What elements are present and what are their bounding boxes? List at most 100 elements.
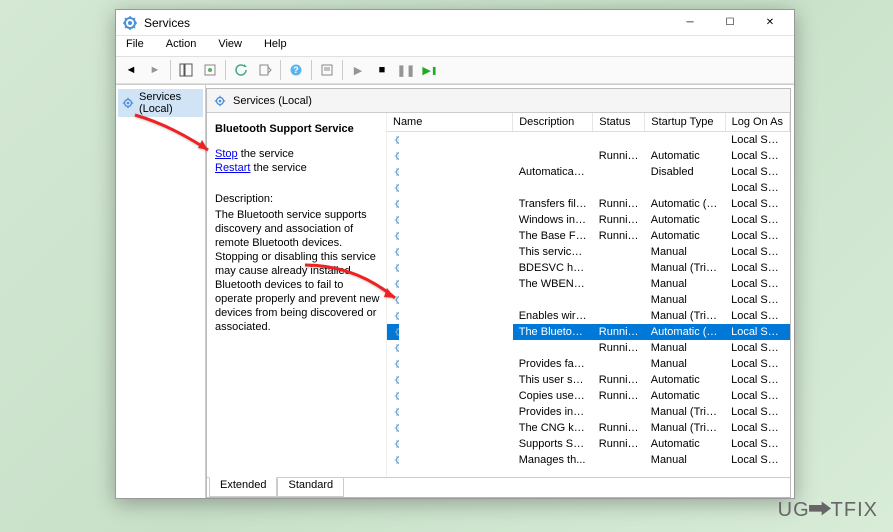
- table-row[interactable]: BlueStacks Log Rotator Servi...ManualLoc…: [387, 292, 790, 308]
- table-row[interactable]: Bluetooth Support ServiceThe Bluetoo...R…: [387, 324, 790, 340]
- menu-help[interactable]: Help: [260, 36, 291, 56]
- minimize-button[interactable]: ─: [670, 10, 710, 36]
- cell-name: Background Tasks Infrastruc...: [387, 212, 399, 228]
- cell-startup-type: Manual: [645, 452, 725, 468]
- table-row[interactable]: COM+ System ApplicationManages th...Manu…: [387, 452, 790, 468]
- cell-description: [513, 148, 593, 164]
- cell-name: Auto Time Zone Updater: [387, 164, 399, 180]
- cell-logon: Local System: [725, 244, 789, 260]
- cell-name: COM+ System Application: [387, 452, 399, 468]
- cell-name: Bluetooth Support Service: [387, 324, 399, 340]
- selected-service-name: Bluetooth Support Service: [215, 123, 380, 135]
- cell-name: Bluetooth Handsfree Service: [387, 308, 399, 324]
- stop-service-link[interactable]: Stop: [215, 148, 238, 160]
- table-row[interactable]: BitComet Disk Boost ServiceThis service …: [387, 244, 790, 260]
- col-startup-type[interactable]: Startup Type: [645, 113, 725, 132]
- properties-button[interactable]: [316, 59, 338, 81]
- separator: [311, 60, 312, 80]
- tree-item-services-local[interactable]: Services (Local): [118, 89, 203, 117]
- menu-file[interactable]: File: [122, 36, 148, 56]
- maximize-button[interactable]: ☐: [710, 10, 750, 36]
- cell-description: Supports Sy...: [513, 436, 593, 452]
- cell-startup-type: [645, 180, 725, 196]
- menu-view[interactable]: View: [214, 36, 246, 56]
- table-row[interactable]: BrYNSvcRunningManualLocal System: [387, 340, 790, 356]
- table-row[interactable]: Block Level Backup Engine S...The WBENGI…: [387, 276, 790, 292]
- cell-logon: Local System: [725, 404, 789, 420]
- col-name[interactable]: Name: [387, 113, 513, 132]
- forward-button[interactable]: ►: [144, 59, 166, 81]
- table-row[interactable]: Avast AntivirusLocal System: [387, 180, 790, 196]
- pause-service-button[interactable]: ❚❚: [395, 59, 417, 81]
- table-row[interactable]: Auto Time Zone UpdaterAutomaticall...Dis…: [387, 164, 790, 180]
- help-button[interactable]: ?: [285, 59, 307, 81]
- cell-startup-type: Automatic (Delayed St...: [645, 196, 725, 212]
- cell-startup-type: Automatic (Trigger Start): [645, 324, 725, 340]
- cell-logon: Local System: [725, 292, 789, 308]
- cell-name: CDPUserSvc_3fdcf: [387, 372, 399, 388]
- right-pane-title: Services (Local): [233, 95, 312, 107]
- show-hide-tree-button[interactable]: [175, 59, 197, 81]
- cell-startup-type: Manual (Trigger Start): [645, 420, 725, 436]
- svg-text:?: ?: [293, 65, 299, 75]
- cell-status: [593, 244, 645, 260]
- table-row[interactable]: CNG Key IsolationThe CNG ke...RunningMan…: [387, 420, 790, 436]
- cell-logon: Local Service: [725, 324, 789, 340]
- table-row[interactable]: Background Intelligent Tran...Transfers …: [387, 196, 790, 212]
- cell-description: Automaticall...: [513, 164, 593, 180]
- stop-service-button[interactable]: ■: [371, 59, 393, 81]
- services-list[interactable]: Name Description Status Startup Type Log…: [387, 113, 790, 477]
- export-button[interactable]: [199, 59, 221, 81]
- cell-name: BlueStacks Log Rotator Servi...: [387, 292, 399, 308]
- col-description[interactable]: Description: [513, 113, 593, 132]
- cell-startup-type: Automatic: [645, 372, 725, 388]
- menu-action[interactable]: Action: [162, 36, 201, 56]
- table-row[interactable]: aswbIDSAgentLocal System: [387, 132, 790, 149]
- tab-standard[interactable]: Standard: [277, 478, 344, 497]
- table-row[interactable]: Capability Access Manager S...Provides f…: [387, 356, 790, 372]
- cell-status: [593, 404, 645, 420]
- table-row[interactable]: ATKGFNEX ServiceRunningAutomaticLocal Sy…: [387, 148, 790, 164]
- cell-logon: Local System: [725, 148, 789, 164]
- table-row[interactable]: Background Tasks Infrastruc...Windows in…: [387, 212, 790, 228]
- table-row[interactable]: Client License Service (ClipSV...Provide…: [387, 404, 790, 420]
- cell-name: Base Filtering Engine: [387, 228, 399, 244]
- table-row[interactable]: Certificate PropagationCopies user ...Ru…: [387, 388, 790, 404]
- cell-logon: Local Service: [725, 164, 789, 180]
- cell-description: Transfers file...: [513, 196, 593, 212]
- refresh-button[interactable]: [230, 59, 252, 81]
- table-row[interactable]: BitLocker Drive Encryption S...BDESVC ho…: [387, 260, 790, 276]
- restart-service-link[interactable]: Restart: [215, 162, 250, 174]
- close-button[interactable]: ✕: [750, 10, 790, 36]
- cell-name: Capability Access Manager S...: [387, 356, 399, 372]
- gear-icon: [121, 96, 135, 110]
- restart-suffix: the service: [250, 162, 306, 174]
- table-row[interactable]: COM+ Event SystemSupports Sy...RunningAu…: [387, 436, 790, 452]
- cell-startup-type: Manual: [645, 356, 725, 372]
- cell-logon: Local Service: [725, 436, 789, 452]
- start-service-button[interactable]: ▶: [347, 59, 369, 81]
- cell-description: The Base Filt...: [513, 228, 593, 244]
- table-row[interactable]: Base Filtering EngineThe Base Filt...Run…: [387, 228, 790, 244]
- restart-service-button[interactable]: ▶❚: [419, 59, 441, 81]
- tree-label: Services (Local): [139, 91, 200, 115]
- col-status[interactable]: Status: [593, 113, 645, 132]
- tab-extended[interactable]: Extended: [209, 477, 277, 497]
- export-list-button[interactable]: [254, 59, 276, 81]
- cell-description: Provides infr...: [513, 404, 593, 420]
- table-row[interactable]: Bluetooth Handsfree Service Enables wire.…: [387, 308, 790, 324]
- cell-status: Running: [593, 148, 645, 164]
- cell-logon: Local System: [725, 420, 789, 436]
- col-logon[interactable]: Log On As: [725, 113, 789, 132]
- cell-logon: Local System: [725, 372, 789, 388]
- right-pane-body: Bluetooth Support Service Stop the servi…: [207, 113, 790, 477]
- back-button[interactable]: ◄: [120, 59, 142, 81]
- cell-description: Enables wire...: [513, 308, 593, 324]
- description-label: Description:: [215, 193, 380, 205]
- cell-name: Block Level Backup Engine S...: [387, 276, 399, 292]
- cell-status: [593, 164, 645, 180]
- cell-name: Avast Antivirus: [387, 180, 399, 196]
- table-row[interactable]: CDPUserSvc_3fdcfThis user ser...RunningA…: [387, 372, 790, 388]
- cell-name: BitComet Disk Boost Service: [387, 244, 399, 260]
- cell-status: Running: [593, 388, 645, 404]
